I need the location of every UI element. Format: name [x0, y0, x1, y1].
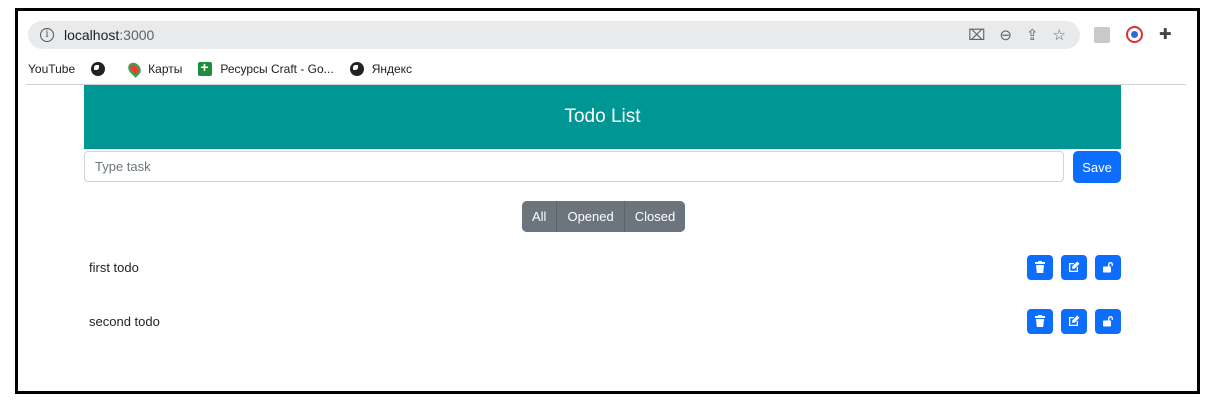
bookmark-label: Карты	[148, 62, 183, 76]
globe-icon	[349, 62, 364, 76]
address-bar-icons: ⌧ ⊖ ⇪ ☆	[968, 28, 1066, 43]
puzzle-icon[interactable]: ✚	[1159, 27, 1172, 42]
bookmark-craft-resources[interactable]: Ресурсы Craft - Go...	[198, 59, 334, 76]
save-button[interactable]: Save	[1073, 151, 1121, 183]
page-title: Todo List	[564, 106, 641, 127]
share-icon[interactable]: ⇪	[1026, 28, 1039, 43]
trash-icon	[1035, 261, 1045, 273]
bookmark-maps[interactable]: Карты	[125, 60, 183, 78]
todo-text: first todo	[89, 259, 139, 275]
url-port: :3000	[119, 27, 155, 43]
bookmark-label: Ресурсы Craft - Go...	[220, 62, 334, 76]
unlock-button[interactable]	[1095, 308, 1121, 334]
filter-button-group: All Opened Closed	[522, 201, 686, 232]
bookmark-yandex[interactable]: Яндекс	[349, 62, 413, 76]
edit-button[interactable]	[1061, 254, 1087, 280]
maps-pin-icon	[125, 60, 144, 78]
app-header: Todo List	[84, 85, 1121, 149]
globe-icon	[91, 62, 106, 76]
filter-opened-button[interactable]: Opened	[556, 201, 624, 232]
url-host: localhost	[64, 27, 120, 43]
screenshot-frame: i localhost:3000 ⌧ ⊖ ⇪ ☆ ✚ YouTube Карты…	[15, 8, 1200, 394]
filter-all-button[interactable]: All	[522, 201, 557, 232]
bookmark-label: Яндекс	[371, 62, 413, 76]
unlock-button[interactable]	[1095, 254, 1121, 280]
todo-actions	[1027, 254, 1121, 280]
trash-icon	[1035, 315, 1045, 327]
delete-button[interactable]	[1027, 254, 1053, 280]
zoom-icon[interactable]: ⊖	[999, 28, 1012, 43]
url-text[interactable]: localhost:3000	[64, 27, 154, 43]
edit-icon	[1069, 315, 1080, 326]
extension-circle-icon[interactable]	[1126, 26, 1143, 43]
todo-item: second todo	[89, 308, 1121, 334]
bookmark-youtube[interactable]: YouTube	[28, 62, 75, 76]
todo-actions	[1027, 308, 1121, 334]
bookmarks-bar: YouTube Карты Ресурсы Craft - Go... Янде…	[28, 59, 428, 79]
todo-item: first todo	[89, 254, 1121, 280]
extension-gray-icon[interactable]	[1094, 26, 1110, 43]
bookmark-label: YouTube	[28, 62, 76, 76]
unlock-icon	[1103, 262, 1113, 273]
star-icon[interactable]: ☆	[1053, 28, 1066, 43]
edit-button[interactable]	[1061, 308, 1087, 334]
unlock-icon	[1103, 316, 1113, 327]
translate-icon[interactable]: ⌧	[968, 28, 985, 43]
todo-text: second todo	[89, 313, 160, 329]
address-bar[interactable]: i localhost:3000 ⌧ ⊖ ⇪ ☆	[28, 21, 1080, 49]
site-info-icon[interactable]: i	[40, 28, 54, 42]
filter-closed-button[interactable]: Closed	[623, 201, 686, 232]
task-input[interactable]	[84, 151, 1064, 182]
bookmark-globe[interactable]	[91, 62, 113, 76]
delete-button[interactable]	[1027, 308, 1053, 334]
sheets-icon	[198, 59, 213, 76]
extension-icons: ✚	[1094, 26, 1172, 43]
edit-icon	[1069, 261, 1080, 272]
